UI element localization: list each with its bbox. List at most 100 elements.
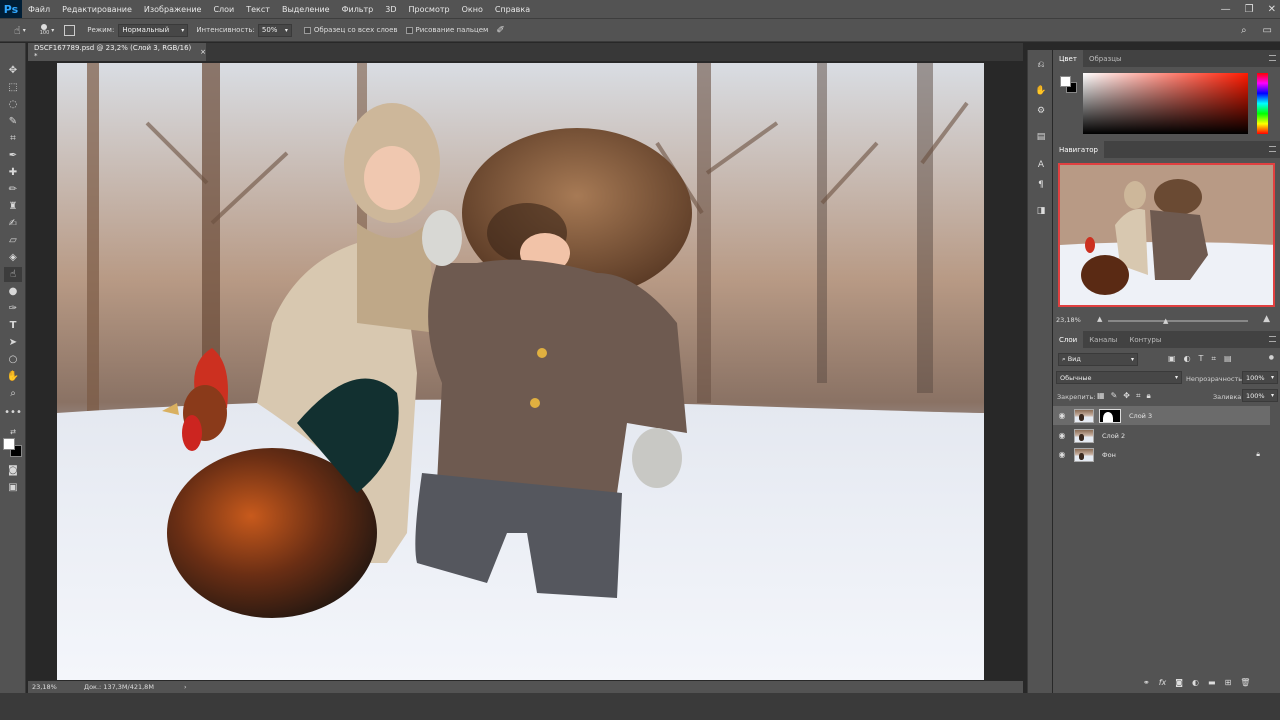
smudge-tool-icon[interactable]: ☝ [14, 24, 21, 37]
close-icon[interactable]: ✕ [1268, 4, 1276, 15]
paint-bucket-tool-icon[interactable]: ◈ [4, 250, 22, 265]
pixel-filter-icon[interactable]: ▣ [1168, 354, 1176, 364]
dodge-tool-icon[interactable]: ● [4, 284, 22, 299]
tab-layers[interactable]: Слои [1053, 331, 1084, 348]
restore-icon[interactable]: ❐ [1245, 4, 1254, 15]
fx-icon[interactable]: fx [1159, 678, 1167, 687]
layer-mask-thumbnail[interactable] [1099, 408, 1121, 423]
menu-type[interactable]: Текст [240, 5, 276, 14]
mask-icon[interactable]: ◙ [1175, 678, 1183, 687]
move-tool-icon[interactable]: ✥ [4, 63, 22, 78]
brush-tool-icon[interactable]: ✏ [4, 182, 22, 197]
tab-channels[interactable]: Каналы [1083, 331, 1123, 348]
tab-color[interactable]: Цвет [1053, 50, 1083, 67]
search-icon[interactable]: ⌕ [1241, 25, 1247, 36]
type-tool-icon[interactable]: T [4, 318, 22, 333]
menu-view[interactable]: Просмотр [403, 5, 456, 14]
brush-preset-picker[interactable]: 100 [40, 24, 49, 36]
filter-toggle-icon[interactable]: ● [1269, 354, 1274, 361]
layer-row[interactable]: ◉ Слой 2 [1053, 426, 1270, 445]
zoom-slider-thumb[interactable]: ▲ [1163, 317, 1168, 325]
shape-tool-icon[interactable]: ○ [4, 352, 22, 367]
navigator-zoom-slider[interactable]: ▲ [1108, 317, 1248, 325]
marquee-tool-icon[interactable]: ⬚ [4, 80, 22, 95]
healing-tool-icon[interactable]: ✚ [4, 165, 22, 180]
paragraph-icon[interactable]: ¶ [1034, 178, 1048, 191]
path-select-tool-icon[interactable]: ➤ [4, 335, 22, 350]
history-panel-icon[interactable]: ⎌ [1034, 58, 1048, 71]
brush-settings-icon[interactable]: ✋ [1034, 84, 1048, 97]
menu-window[interactable]: Окно [456, 5, 489, 14]
type-filter-icon[interactable]: T [1199, 354, 1204, 364]
visibility-eye-icon[interactable]: ◉ [1053, 450, 1071, 459]
zoom-tool-icon[interactable]: ⌕ [4, 386, 22, 401]
layer-filter-select[interactable]: ⌕ Вид ▾ [1058, 353, 1138, 366]
tab-swatches[interactable]: Образцы [1083, 50, 1128, 67]
trash-icon[interactable]: 🗑︎ [1240, 678, 1250, 687]
document-canvas-image[interactable] [57, 63, 984, 680]
lock-position-icon[interactable]: ✥ [1123, 391, 1130, 401]
new-layer-icon[interactable]: ⊞ [1225, 678, 1232, 687]
tab-navigator[interactable]: Навигатор [1053, 141, 1104, 158]
eraser-tool-icon[interactable]: ▱ [4, 233, 22, 248]
zoom-out-icon[interactable]: ▲ [1097, 315, 1102, 323]
visibility-eye-icon[interactable]: ◉ [1053, 411, 1071, 420]
history-brush-tool-icon[interactable]: ✍ [4, 216, 22, 231]
blend-mode-select[interactable]: Обычные ▾ [1056, 371, 1182, 384]
fill-input[interactable]: 100% ▾ [1242, 389, 1278, 402]
screen-mode-icon[interactable]: ▣ [4, 480, 22, 495]
visibility-eye-icon[interactable]: ◉ [1053, 431, 1071, 440]
menu-file[interactable]: Файл [22, 5, 56, 14]
quick-mask-icon[interactable]: ◙ [4, 463, 22, 478]
clone-stamp-tool-icon[interactable]: ♜ [4, 199, 22, 214]
link-icon[interactable]: ⚭ [1143, 678, 1150, 687]
foreground-color-swatch[interactable] [3, 438, 15, 450]
layer-name[interactable]: Слой 2 [1102, 432, 1125, 440]
sample-all-layers-checkbox[interactable]: Образец со всех слоев [303, 26, 398, 34]
character-icon[interactable]: A [1034, 158, 1048, 171]
shape-filter-icon[interactable]: ⌗ [1211, 354, 1216, 364]
menu-select[interactable]: Выделение [276, 5, 336, 14]
finger-painting-checkbox[interactable]: Рисование пальцем [405, 26, 488, 34]
layer-row[interactable]: ◉ Фон 🔒︎ [1053, 445, 1270, 464]
menu-image[interactable]: Изображение [138, 5, 208, 14]
minimize-icon[interactable]: — [1221, 4, 1231, 15]
lock-transparency-icon[interactable]: ▦ [1097, 391, 1105, 401]
adjustment-icon[interactable]: ◐ [1192, 678, 1199, 687]
lasso-tool-icon[interactable]: ◌ [4, 97, 22, 112]
layer-name[interactable]: Фон [1102, 451, 1116, 459]
menu-3d[interactable]: 3D [379, 5, 402, 14]
swap-colors-icon[interactable]: ⇄ [4, 424, 22, 439]
pressure-icon[interactable]: ✐ [496, 25, 504, 36]
panel-menu-icon[interactable] [1269, 146, 1276, 152]
navigator-zoom[interactable]: 23,18% [1056, 316, 1081, 324]
color-picker-field[interactable] [1083, 73, 1248, 134]
adjustment-filter-icon[interactable]: ◐ [1184, 354, 1191, 364]
panel-menu-icon[interactable] [1269, 336, 1276, 342]
tab-paths[interactable]: Контуры [1123, 331, 1167, 348]
strength-input[interactable]: 50% ▾ [257, 23, 292, 37]
mode-select[interactable]: Нормальный ▾ [118, 23, 189, 37]
pen-tool-icon[interactable]: ✑ [4, 301, 22, 316]
lock-image-icon[interactable]: ✎ [1111, 391, 1118, 401]
smudge-tool-icon[interactable]: ☝ [4, 267, 22, 282]
opacity-input[interactable]: 100% ▾ [1242, 371, 1278, 384]
crop-tool-icon[interactable]: ⌗ [4, 131, 22, 146]
layer-row[interactable]: ◉ Слой 3 [1053, 406, 1270, 425]
color-swatches[interactable] [3, 438, 23, 458]
menu-layers[interactable]: Слои [207, 5, 240, 14]
workspace-icon[interactable]: ▭ [1263, 25, 1272, 36]
zoom-level[interactable]: 23,18% [32, 683, 84, 691]
brush-panel-icon[interactable] [64, 24, 76, 36]
layer-name[interactable]: Слой 3 [1129, 412, 1152, 420]
quick-select-tool-icon[interactable]: ✎ [4, 114, 22, 129]
more-tools-icon[interactable]: ••• [4, 405, 22, 420]
menu-filter[interactable]: Фильтр [336, 5, 380, 14]
panel-menu-icon[interactable] [1269, 55, 1276, 61]
menu-help[interactable]: Справка [489, 5, 536, 14]
eyedropper-tool-icon[interactable]: ✒ [4, 148, 22, 163]
folder-icon[interactable]: ▬ [1208, 678, 1216, 687]
libraries-icon[interactable]: ◨ [1034, 204, 1048, 217]
hue-slider[interactable] [1257, 73, 1268, 134]
close-tab-icon[interactable]: × [200, 48, 206, 56]
